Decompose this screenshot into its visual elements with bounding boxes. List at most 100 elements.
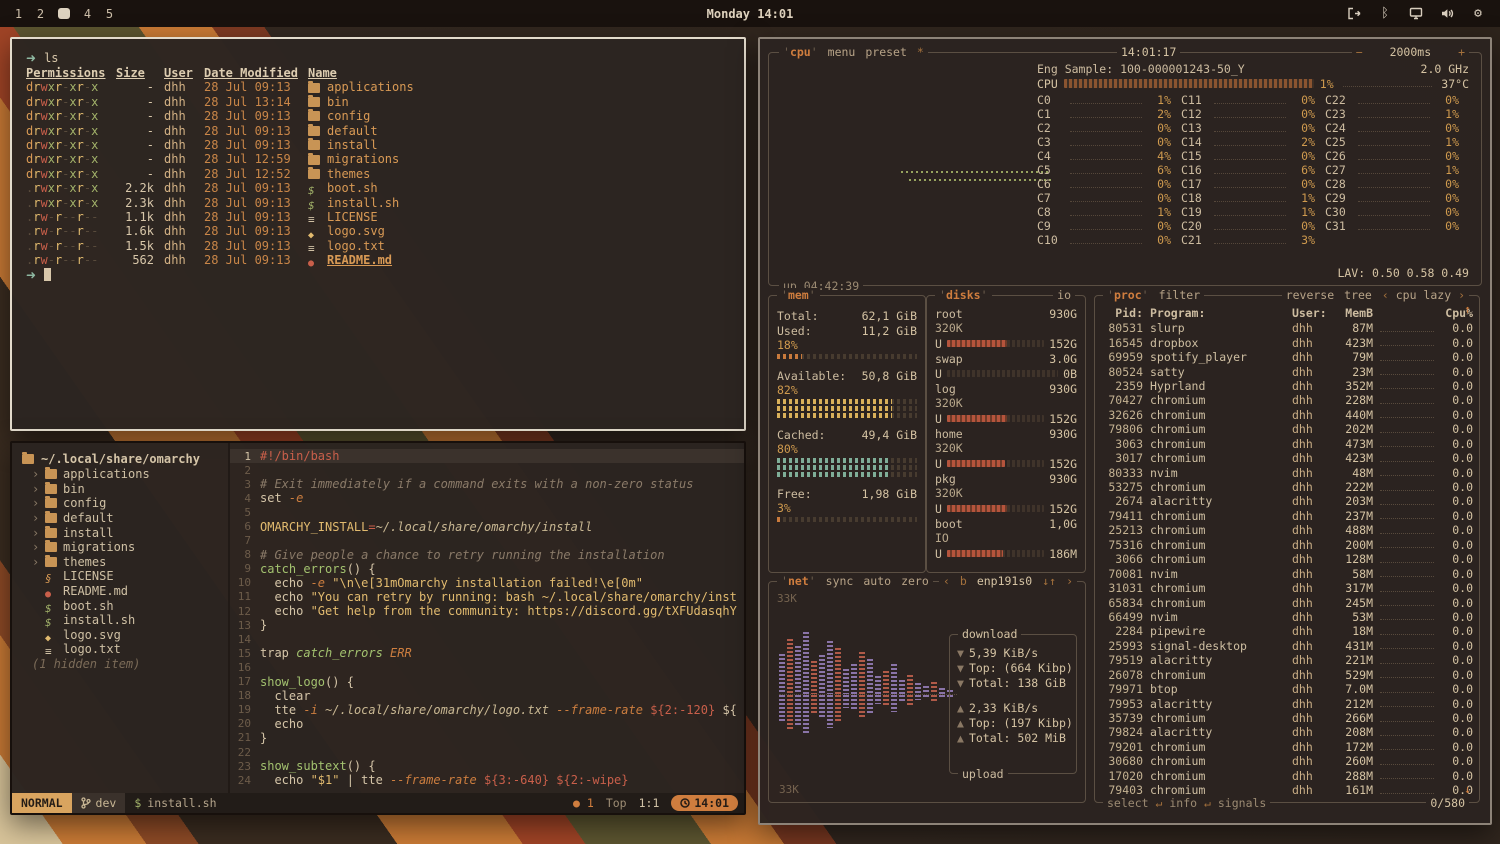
process-row[interactable]: 79824 alacritty dhh 208M 0.0 — [1103, 725, 1473, 739]
file-tree-item[interactable]: › logo.txt — [22, 642, 228, 657]
preset-button[interactable]: preset — [865, 45, 907, 59]
terminal-prompt[interactable]: ➜ ls — [26, 51, 730, 66]
file-tree-item[interactable]: › themes — [22, 555, 228, 570]
net-title[interactable]: net — [788, 574, 809, 588]
file-tree-item[interactable]: › boot.sh — [22, 598, 228, 613]
ls-column-header: Size — [116, 66, 154, 80]
file-size: - — [116, 109, 154, 123]
file-owner: dhh — [164, 224, 194, 238]
process-row[interactable]: 25213 chromium dhh 488M 0.0 — [1103, 523, 1473, 537]
user-header[interactable]: User: — [1292, 306, 1322, 320]
file-tree-item[interactable]: › migrations — [22, 540, 228, 555]
reverse-button[interactable]: reverse — [1286, 288, 1334, 302]
interval-increase-button[interactable]: + — [1458, 45, 1465, 59]
process-row[interactable]: 79971 btop dhh 7.0M 0.0 — [1103, 682, 1473, 696]
process-row[interactable]: 79806 chromium dhh 202M 0.0 — [1103, 422, 1473, 436]
process-row[interactable]: 3017 chromium dhh 423M 0.0 — [1103, 451, 1473, 465]
prev-sort-icon[interactable]: ‹ — [1382, 288, 1389, 302]
signals-hint[interactable]: signals — [1218, 796, 1266, 810]
filter-button[interactable]: filter — [1159, 288, 1201, 302]
process-row[interactable]: 79201 chromium dhh 172M 0.0 — [1103, 740, 1473, 754]
process-row[interactable]: 16545 dropbox dhh 423M 0.0 — [1103, 335, 1473, 349]
file-tree-root[interactable]: ~/.local/share/omarchy — [22, 451, 228, 466]
net-interface-selector[interactable]: ‹b enp191s0 ↓↑› — [939, 574, 1077, 588]
process-row[interactable]: 80524 satty dhh 23M 0.0 — [1103, 364, 1473, 378]
mem-title[interactable]: mem — [788, 288, 809, 302]
process-user: dhh — [1292, 610, 1322, 624]
file-date: 28 Jul 09:13 — [204, 224, 298, 238]
process-row[interactable]: 79411 chromium dhh 237M 0.0 — [1103, 509, 1473, 523]
file-tree-item[interactable]: › bin — [22, 482, 228, 497]
disk-used-label: U — [935, 547, 942, 561]
code-editor[interactable]: 1 #!/bin/bash 2 3 # Exit immediately if … — [230, 443, 744, 793]
disks-title[interactable]: disks — [946, 288, 981, 302]
next-sort-icon[interactable]: › — [1458, 288, 1465, 302]
logout-icon[interactable] — [1346, 6, 1362, 21]
bluetooth-icon[interactable]: ᛒ — [1377, 6, 1393, 21]
process-row[interactable]: 70081 nvim dhh 58M 0.0 — [1103, 566, 1473, 580]
terminal-prompt[interactable]: ➜ — [26, 267, 730, 282]
process-row[interactable]: 79519 alacritty dhh 221M 0.0 — [1103, 653, 1473, 667]
info-hint[interactable]: info — [1169, 796, 1197, 810]
network-icon[interactable] — [1408, 6, 1424, 21]
process-cpu: 0.0 — [1443, 697, 1473, 711]
file-tree-item[interactable]: › LICENSE — [22, 569, 228, 584]
process-cpu-graph — [1380, 397, 1434, 404]
load-average: LAV: 0.50 0.58 0.49 — [1337, 266, 1469, 280]
process-row[interactable]: 3063 chromium dhh 473M 0.0 — [1103, 437, 1473, 451]
process-row[interactable]: 32626 chromium dhh 440M 0.0 — [1103, 408, 1473, 422]
file-tree-item[interactable]: › logo.svg — [22, 628, 228, 643]
process-row[interactable]: 65834 chromium dhh 245M 0.0 — [1103, 595, 1473, 609]
net-zero-button[interactable]: zero — [901, 574, 929, 588]
process-row[interactable]: 30680 chromium dhh 260M 0.0 — [1103, 754, 1473, 768]
tree-button[interactable]: tree — [1344, 288, 1372, 302]
process-row[interactable]: 80333 nvim dhh 48M 0.0 — [1103, 465, 1473, 479]
scroll-up-icon[interactable]: ↑ — [1464, 302, 1471, 316]
sort-mode[interactable]: cpu lazy — [1396, 288, 1451, 302]
gear-icon[interactable]: ⚙ — [1470, 6, 1486, 21]
mem-header[interactable]: MemB — [1329, 306, 1373, 320]
interval-decrease-button[interactable]: − — [1356, 45, 1363, 59]
file-tree-item[interactable]: › applications — [22, 467, 228, 482]
file-date: 28 Jul 09:13 — [204, 196, 298, 210]
process-row[interactable]: 25993 signal-desktop dhh 431M 0.0 — [1103, 639, 1473, 653]
process-row[interactable]: 80531 slurp dhh 87M 0.0 — [1103, 321, 1473, 335]
line-number: 1 — [230, 450, 260, 463]
process-row[interactable]: 75316 chromium dhh 200M 0.0 — [1103, 538, 1473, 552]
file-tree-item[interactable]: › install — [22, 525, 228, 540]
process-row[interactable]: 79953 alacritty dhh 212M 0.0 — [1103, 696, 1473, 710]
menu-button[interactable]: menu — [828, 45, 856, 59]
proc-title[interactable]: proc — [1114, 288, 1142, 302]
scroll-down-icon[interactable]: ↓ — [1464, 782, 1471, 796]
process-row[interactable]: 53275 chromium dhh 222M 0.0 — [1103, 480, 1473, 494]
file-name: default — [308, 124, 730, 138]
process-row[interactable]: 2359 Hyprland dhh 352M 0.0 — [1103, 379, 1473, 393]
program-header[interactable]: Program: — [1150, 306, 1285, 320]
io-mode-button[interactable]: io — [1053, 288, 1075, 302]
process-row[interactable]: 69959 spotify_player dhh 79M 0.0 — [1103, 350, 1473, 364]
code-line: 9 catch_errors() { — [230, 562, 744, 576]
code-line: 17 show_logo() { — [230, 675, 744, 689]
select-hint[interactable]: select — [1107, 796, 1149, 810]
file-tree-item[interactable]: › default — [22, 511, 228, 526]
process-row[interactable]: 26078 chromium dhh 529M 0.0 — [1103, 668, 1473, 682]
net-auto-button[interactable]: auto — [863, 574, 891, 588]
file-tree-item[interactable]: › config — [22, 496, 228, 511]
process-row[interactable]: 2284 pipewire dhh 18M 0.0 — [1103, 624, 1473, 638]
volume-icon[interactable] — [1439, 6, 1455, 21]
process-row[interactable]: 70427 chromium dhh 228M 0.0 — [1103, 393, 1473, 407]
file-tree-item[interactable]: › install.sh — [22, 613, 228, 628]
net-sync-button[interactable]: sync — [826, 574, 854, 588]
cpu-title[interactable]: cpu — [790, 45, 811, 59]
file-type-icon — [45, 484, 57, 494]
pid-header[interactable]: Pid: — [1103, 306, 1143, 320]
process-row[interactable]: 3066 chromium dhh 128M 0.0 — [1103, 552, 1473, 566]
process-row[interactable]: 31031 chromium dhh 317M 0.0 — [1103, 581, 1473, 595]
core-row: C251% — [1325, 135, 1469, 149]
process-row[interactable]: 2674 alacritty dhh 203M 0.0 — [1103, 494, 1473, 508]
process-row[interactable]: 35739 chromium dhh 266M 0.0 — [1103, 711, 1473, 725]
file-tree-item[interactable]: › README.md — [22, 584, 228, 599]
process-row[interactable]: 17020 chromium dhh 288M 0.0 — [1103, 769, 1473, 783]
process-row[interactable]: 66499 nvim dhh 53M 0.0 — [1103, 610, 1473, 624]
process-user: dhh — [1292, 783, 1322, 797]
